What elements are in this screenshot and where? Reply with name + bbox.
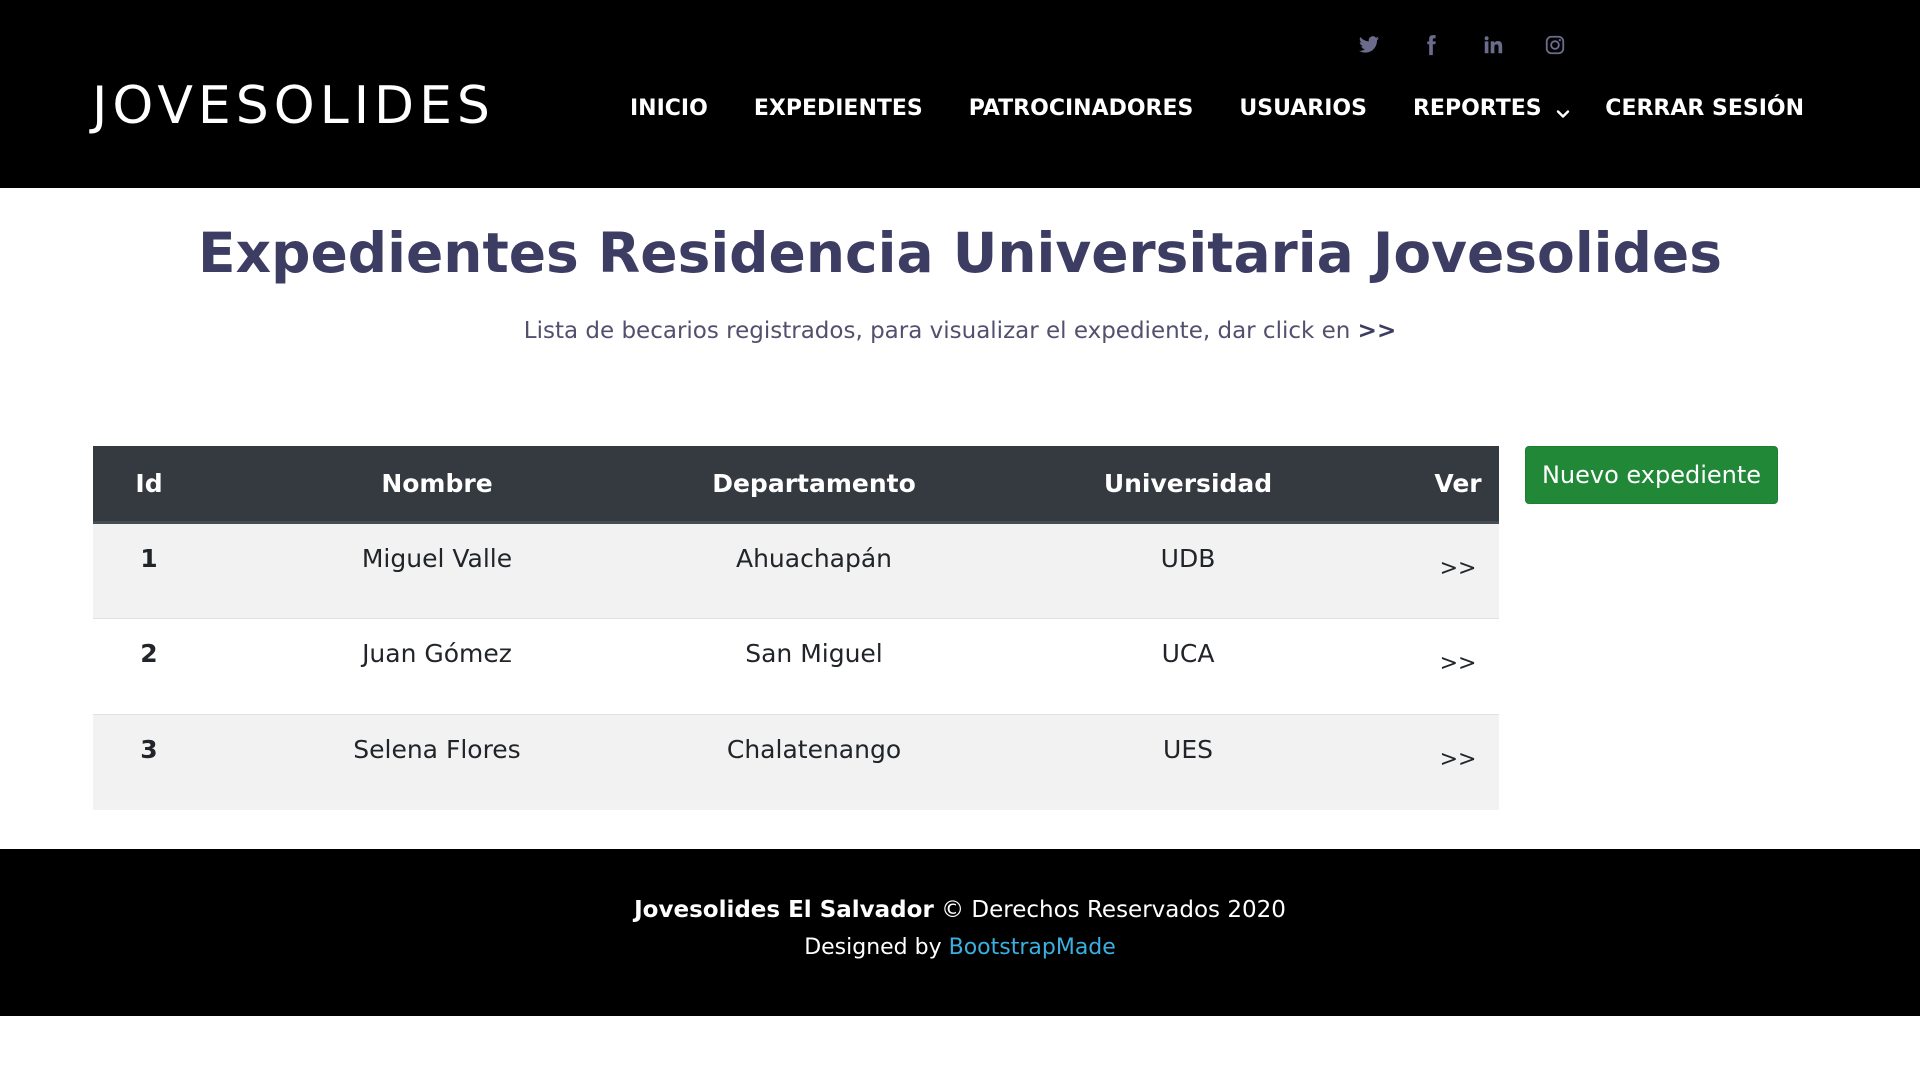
new-expediente-button[interactable]: Nuevo expediente [1525,446,1778,504]
table-row: 1 Miguel Valle Ahuachapán UDB >> [93,522,1499,618]
column-header-nombre: Nombre [205,446,669,524]
expedientes-table: Id Nombre Departamento Universidad Ver 1… [93,446,1499,810]
table-header-row: Id Nombre Departamento Universidad Ver [93,446,1499,524]
social-links [1358,34,1566,56]
brand-logo[interactable]: JOVESOLIDES [92,72,495,140]
footer-copyright: Jovesolides El Salvador © Derechos Reser… [0,897,1920,923]
bootstrapmade-link[interactable]: BootstrapMade [949,935,1116,960]
cell-nombre: Miguel Valle [361,543,513,573]
site-footer: Jovesolides El Salvador © Derechos Reser… [0,849,1920,1016]
cell-departamento: Chalatenango [726,734,902,764]
cell-id: 3 [140,734,158,764]
cell-universidad: UCA [1161,638,1215,668]
table-row: 3 Selena Flores Chalatenango UES >> [93,714,1499,810]
column-header-ver: Ver [1417,446,1499,524]
cell-departamento: San Miguel [745,638,883,668]
nav-item-label: PATROCINADORES [968,96,1194,121]
nav-item-patrocinadores[interactable]: PATROCINADORES [969,96,1194,121]
cell-nombre: Selena Flores [353,734,521,764]
linkedin-icon[interactable] [1482,34,1504,56]
site-header: JOVESOLIDES INICIO EXPEDIENTES PATROCINA… [0,0,1920,188]
subtitle-text: Lista de becarios registrados, para visu… [523,318,1351,344]
nav-item-label: REPORTES [1412,96,1542,121]
cell-nombre: Juan Gómez [362,638,512,668]
cell-id: 2 [140,638,158,668]
nav-item-label: USUARIOS [1239,96,1367,121]
twitter-icon[interactable] [1358,34,1380,56]
nav-item-inicio[interactable]: INICIO [630,96,708,121]
view-link[interactable]: >> [1417,522,1499,618]
nav-item-usuarios[interactable]: USUARIOS [1239,96,1367,121]
nav-item-expedientes[interactable]: EXPEDIENTES [754,96,923,121]
chevron-down-icon [1556,102,1570,118]
logout-link[interactable]: CERRAR SESIÓN [1605,96,1804,121]
footer-credits: Designed by BootstrapMade [0,935,1920,960]
subtitle-arrows: >> [1357,318,1397,344]
table-row: 2 Juan Gómez San Miguel UCA >> [93,618,1499,714]
footer-designed-by: Designed by [804,935,942,960]
cell-universidad: UES [1163,734,1213,764]
footer-rights: © Derechos Reservados 2020 [941,897,1286,923]
view-link[interactable]: >> [1417,714,1499,810]
nav-item-reportes[interactable]: REPORTES [1413,96,1570,121]
facebook-icon[interactable] [1420,34,1442,56]
column-header-departamento: Departamento [669,446,959,524]
page-subtitle: Lista de becarios registrados, para visu… [0,318,1920,344]
page-title: Expedientes Residencia Universitaria Jov… [198,221,1722,285]
nav-item-label: INICIO [630,96,708,121]
view-link[interactable]: >> [1417,618,1499,714]
main-nav: INICIO EXPEDIENTES PATROCINADORES USUARI… [630,96,1616,121]
footer-company: Jovesolides El Salvador [634,897,934,923]
nav-item-label: EXPEDIENTES [753,96,923,121]
instagram-icon[interactable] [1544,34,1566,56]
column-header-universidad: Universidad [959,446,1417,524]
cell-id: 1 [140,543,158,573]
cell-universidad: UDB [1160,543,1216,573]
cell-departamento: Ahuachapán [735,543,893,573]
column-header-id: Id [93,446,205,524]
